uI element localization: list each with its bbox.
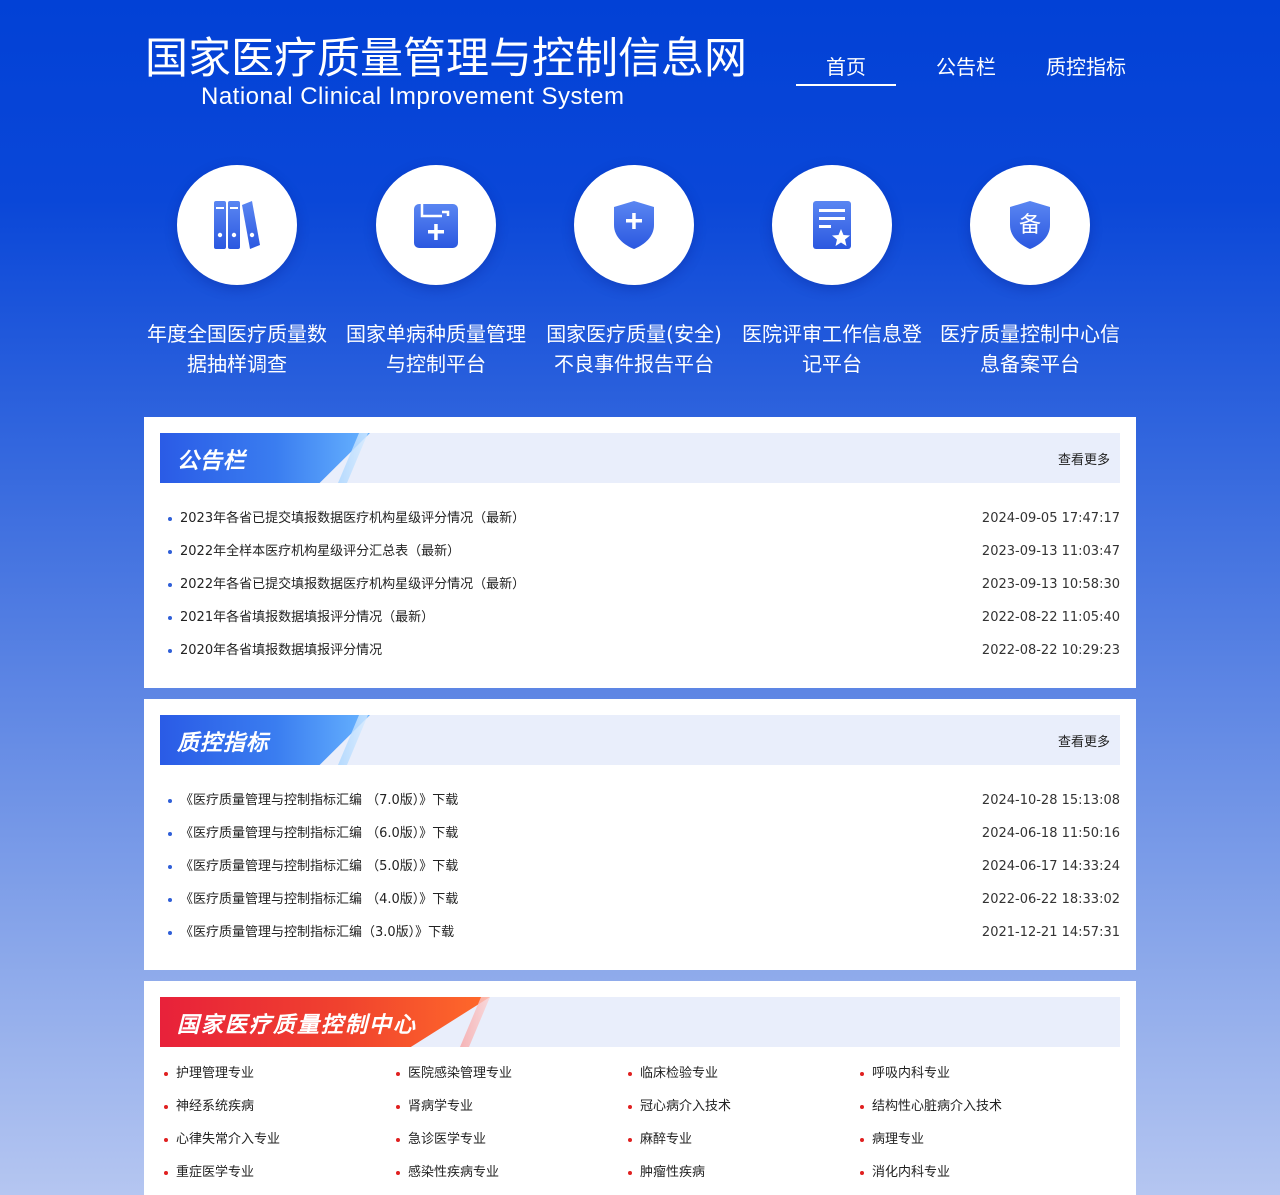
top-nav: 首页 公告栏 质控指标: [796, 54, 1156, 86]
item-date: 2024-09-05 17:47:17: [981, 511, 1120, 526]
list-item[interactable]: 《医疗质量管理与控制指标汇编（3.0版）》下载 2021-12-21 14:57:…: [168, 916, 1120, 949]
portal-hospital-review[interactable]: 医院评审工作信息登记平台: [733, 165, 931, 379]
item-date: 2023-09-13 11:03:47: [981, 544, 1120, 559]
center-title: 国家医疗质量控制中心: [177, 1013, 418, 1038]
specialty-link[interactable]: 肿瘤性疾病: [628, 1156, 860, 1189]
list-item[interactable]: 《医疗质量管理与控制指标汇编 （5.0版）》下载 2024-06-17 14:33…: [168, 850, 1120, 883]
specialty-link[interactable]: 护理管理专业: [164, 1057, 396, 1090]
specialty-link[interactable]: 消化内科专业: [860, 1156, 1092, 1189]
list-item[interactable]: 2021年各省填报数据填报评分情况（最新） 2022-08-22 11:05:40: [168, 601, 1120, 634]
list-item[interactable]: 2022年全样本医疗机构星级评分汇总表（最新） 2023-09-13 11:03:…: [168, 535, 1120, 568]
specialty-link[interactable]: 麻醉专业: [628, 1123, 860, 1156]
indicators-list: 《医疗质量管理与控制指标汇编 （7.0版）》下载 2024-10-28 15:13…: [144, 765, 1136, 949]
item-date: 2021-12-21 14:57:31: [981, 925, 1120, 940]
item-date: 2022-06-22 18:33:02: [981, 892, 1120, 907]
portal-label: 国家单病种质量管理与控制平台: [346, 322, 526, 376]
item-date: 2024-06-18 11:50:16: [981, 826, 1120, 841]
center-panel-header: 国家医疗质量控制中心: [160, 997, 1120, 1047]
item-date: 2022-08-22 11:05:40: [981, 610, 1120, 625]
notice-more-link[interactable]: 查看更多: [1058, 449, 1110, 468]
list-item[interactable]: 2022年各省已提交填报数据医疗机构星级评分情况（最新） 2023-09-13 1…: [168, 568, 1120, 601]
nav-notice[interactable]: 公告栏: [916, 54, 1016, 86]
specialty-link[interactable]: 呼吸内科专业: [860, 1057, 1092, 1090]
item-title: 2022年各省已提交填报数据医疗机构星级评分情况（最新）: [180, 577, 526, 592]
notice-list: 2023年各省已提交填报数据医疗机构星级评分情况（最新） 2024-09-05 1…: [144, 483, 1136, 667]
record-shield-icon: 备: [1010, 201, 1050, 249]
site-title-cn: 国家医疗质量管理与控制信息网: [145, 34, 747, 84]
item-title: 2021年各省填报数据填报评分情况（最新）: [180, 610, 435, 625]
portal-circle: 备: [970, 165, 1090, 285]
notice-panel: 公告栏 查看更多 2023年各省已提交填报数据医疗机构星级评分情况（最新） 202…: [144, 417, 1136, 688]
indicators-panel: 质控指标 查看更多 《医疗质量管理与控制指标汇编 （7.0版）》下载 2024-1…: [144, 699, 1136, 970]
portal-center-record[interactable]: 备 医疗质量控制中心信息备案平台: [931, 165, 1129, 379]
list-item[interactable]: 《医疗质量管理与控制指标汇编 （7.0版）》下载 2024-10-28 15:13…: [168, 784, 1120, 817]
center-panel: 国家医疗质量控制中心 护理管理专业 医院感染管理专业 临床检验专业 呼吸内科专业…: [144, 981, 1136, 1195]
item-title: 《医疗质量管理与控制指标汇编 （7.0版）》下载: [180, 793, 459, 808]
portal-adverse-event[interactable]: 国家医疗质量(安全)不良事件报告平台: [535, 165, 733, 379]
item-title: 《医疗质量管理与控制指标汇编 （5.0版）》下载: [180, 859, 459, 874]
item-title: 2022年全样本医疗机构星级评分汇总表（最新）: [180, 544, 461, 559]
item-date: 2023-09-13 10:58:30: [981, 577, 1120, 592]
notice-panel-header: 公告栏 查看更多: [160, 433, 1120, 483]
specialty-link[interactable]: 感染性疾病专业: [396, 1156, 628, 1189]
item-date: 2024-10-28 15:13:08: [981, 793, 1120, 808]
specialty-grid: 护理管理专业 医院感染管理专业 临床检验专业 呼吸内科专业 神经系统疾病 肾病学…: [144, 1047, 1136, 1189]
item-title: 2023年各省已提交填报数据医疗机构星级评分情况（最新）: [180, 511, 526, 526]
portal-label: 医疗质量控制中心信息备案平台: [940, 322, 1120, 376]
specialty-link[interactable]: 急诊医学专业: [396, 1123, 628, 1156]
indicators-more-link[interactable]: 查看更多: [1058, 731, 1110, 750]
nav-indicators[interactable]: 质控指标: [1036, 54, 1136, 86]
specialty-link[interactable]: 心律失常介入专业: [164, 1123, 396, 1156]
portal-label: 国家医疗质量(安全)不良事件报告平台: [546, 322, 722, 376]
portal-grid: 年度全国医疗质量数据抽样调查 国家单病种质量管理与控制平台 国家医疗质量(安全)…: [138, 165, 1138, 385]
specialty-link[interactable]: 医院感染管理专业: [396, 1057, 628, 1090]
certificate-star-icon: [813, 201, 851, 249]
medical-folder-icon: [414, 204, 458, 248]
list-item[interactable]: 《医疗质量管理与控制指标汇编 （6.0版）》下载 2024-06-18 11:50…: [168, 817, 1120, 850]
record-glyph: 备: [1019, 213, 1041, 238]
specialty-link[interactable]: 冠心病介入技术: [628, 1090, 860, 1123]
indicators-panel-header: 质控指标 查看更多: [160, 715, 1120, 765]
notice-title: 公告栏: [177, 449, 247, 474]
specialty-link[interactable]: 病理专业: [860, 1123, 1092, 1156]
portal-single-disease[interactable]: 国家单病种质量管理与控制平台: [337, 165, 535, 379]
portal-circle: [574, 165, 694, 285]
item-date: 2022-08-22 10:29:23: [981, 643, 1120, 658]
books-icon: [214, 201, 260, 249]
item-date: 2024-06-17 14:33:24: [981, 859, 1120, 874]
indicators-title: 质控指标: [177, 731, 270, 756]
list-item[interactable]: 2023年各省已提交填报数据医疗机构星级评分情况（最新） 2024-09-05 1…: [168, 502, 1120, 535]
specialty-link[interactable]: 肾病学专业: [396, 1090, 628, 1123]
specialty-link[interactable]: 重症医学专业: [164, 1156, 396, 1189]
list-item[interactable]: 2020年各省填报数据填报评分情况 2022-08-22 10:29:23: [168, 634, 1120, 667]
specialty-link[interactable]: 神经系统疾病: [164, 1090, 396, 1123]
list-item[interactable]: 《医疗质量管理与控制指标汇编 （4.0版）》下载 2022-06-22 18:33…: [168, 883, 1120, 916]
portal-circle: [177, 165, 297, 285]
site-title-en: National Clinical Improvement System: [201, 83, 625, 110]
portal-label: 年度全国医疗质量数据抽样调查: [147, 322, 327, 376]
specialty-link[interactable]: 临床检验专业: [628, 1057, 860, 1090]
item-title: 2020年各省填报数据填报评分情况: [180, 643, 383, 658]
shield-plus-icon: [614, 201, 654, 249]
portal-circle: [772, 165, 892, 285]
item-title: 《医疗质量管理与控制指标汇编 （4.0版）》下载: [180, 892, 459, 907]
item-title: 《医疗质量管理与控制指标汇编（3.0版）》下载: [180, 925, 455, 940]
portal-circle: [376, 165, 496, 285]
nav-home[interactable]: 首页: [796, 54, 896, 86]
portal-annual-survey[interactable]: 年度全国医疗质量数据抽样调查: [138, 165, 336, 379]
item-title: 《医疗质量管理与控制指标汇编 （6.0版）》下载: [180, 826, 459, 841]
specialty-link[interactable]: 结构性心脏病介入技术: [860, 1090, 1092, 1123]
portal-label: 医院评审工作信息登记平台: [742, 322, 922, 376]
